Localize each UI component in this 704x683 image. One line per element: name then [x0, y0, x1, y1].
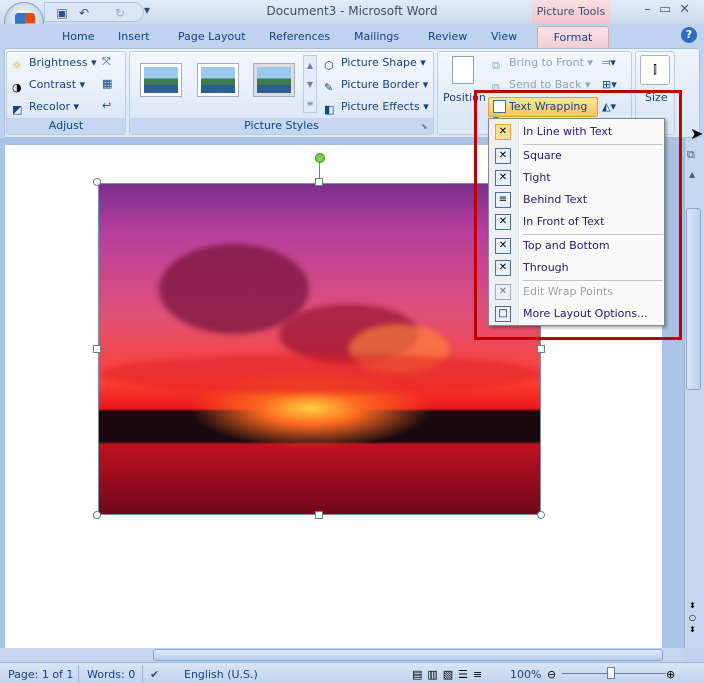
- size-icon: ⫿: [640, 55, 670, 85]
- compress-pictures-icon[interactable]: ⤧: [102, 55, 111, 69]
- picture-effects-label: Picture Effects: [341, 100, 420, 113]
- tab-insert[interactable]: Insert: [118, 30, 150, 43]
- customize-qat-icon[interactable]: ▾: [140, 4, 154, 17]
- bring-to-front-button[interactable]: ⧉ Bring to Front ▾: [492, 56, 593, 73]
- picture-effects-button[interactable]: ◧ Picture Effects ▾: [324, 100, 429, 117]
- tab-review[interactable]: Review: [428, 30, 467, 43]
- resize-handle[interactable]: [537, 345, 545, 353]
- change-picture-icon[interactable]: ▦: [102, 77, 112, 90]
- tab-home[interactable]: Home: [62, 30, 94, 43]
- scroll-up-icon[interactable]: ▲: [689, 170, 695, 179]
- zoom-in-icon[interactable]: ⊕: [666, 668, 675, 681]
- browse-object-icons[interactable]: ⬍ ○ ⬍: [689, 600, 696, 636]
- resize-handle[interactable]: [537, 511, 545, 519]
- bring-front-icon: ⧉: [492, 59, 500, 72]
- resize-handle[interactable]: [93, 511, 101, 519]
- shape-icon: ⬡: [324, 59, 334, 72]
- reset-picture-icon[interactable]: ↩: [102, 99, 111, 112]
- resize-handle[interactable]: [315, 178, 323, 186]
- zoom-slider-thumb[interactable]: [607, 667, 615, 679]
- recolor-button[interactable]: ◩ Recolor ▾: [12, 100, 79, 117]
- picture-border-label: Picture Border: [341, 78, 420, 91]
- contrast-label: Contrast: [29, 78, 77, 91]
- word-count[interactable]: Words: 0: [87, 668, 135, 681]
- undo-icon[interactable]: ↶: [77, 7, 91, 20]
- horizontal-scroll-thumb[interactable]: [153, 649, 663, 661]
- save-icon[interactable]: ▣: [55, 7, 69, 20]
- window-controls[interactable]: –▭✕: [644, 2, 698, 17]
- vertical-scroll-thumb[interactable]: [686, 208, 701, 390]
- resize-handle[interactable]: [315, 511, 323, 519]
- resize-handle[interactable]: [93, 178, 101, 186]
- tab-view[interactable]: View: [491, 30, 517, 43]
- rotation-handle[interactable]: [315, 153, 325, 163]
- recolor-label: Recolor: [29, 100, 71, 113]
- picture-style-3[interactable]: [253, 63, 295, 97]
- recolor-icon: ◩: [12, 103, 23, 116]
- adjust-group-label: Adjust: [7, 118, 125, 134]
- sun-icon: ☼: [12, 59, 22, 72]
- picture-tools-label: Picture Tools: [532, 0, 610, 24]
- effects-icon: ◧: [324, 103, 335, 116]
- tab-format[interactable]: Format: [537, 26, 609, 48]
- resize-handle[interactable]: [93, 345, 101, 353]
- page-count[interactable]: Page: 1 of 1: [8, 668, 73, 681]
- redo-icon[interactable]: ↻: [113, 7, 127, 20]
- proofing-icon[interactable]: ✔: [150, 668, 159, 681]
- contrast-button[interactable]: ◑ Contrast ▾: [12, 78, 85, 95]
- language[interactable]: English (U.S.): [184, 668, 258, 681]
- tab-references[interactable]: References: [269, 30, 330, 43]
- zoom-out-icon[interactable]: ⊖: [547, 668, 556, 681]
- status-bar: Page: 1 of 1 Words: 0 ✔ English (U.S.) ▤…: [0, 662, 704, 683]
- contrast-icon: ◑: [12, 81, 22, 94]
- position-icon: [452, 56, 474, 84]
- picture-border-button[interactable]: ✎ Picture Border ▾: [324, 78, 428, 95]
- picture-shape-label: Picture Shape: [341, 56, 417, 69]
- tab-mailings[interactable]: Mailings: [354, 30, 399, 43]
- picture-style-1[interactable]: [140, 63, 182, 97]
- help-icon[interactable]: ?: [681, 27, 697, 43]
- brightness-button[interactable]: ☼ Brightness ▾: [12, 56, 97, 73]
- picture-shape-button[interactable]: ⬡ Picture Shape ▾: [324, 56, 426, 73]
- mouse-cursor-icon: ➤: [690, 124, 704, 143]
- view-buttons[interactable]: ▤▥▧☰≡: [412, 668, 487, 681]
- pencil-icon: ✎: [324, 81, 334, 94]
- picture-style-2[interactable]: [197, 63, 239, 97]
- brightness-label: Brightness: [29, 56, 88, 69]
- align-icon[interactable]: ⫤▾: [602, 56, 616, 70]
- bring-to-front-label: Bring to Front: [509, 56, 584, 69]
- ruler-toggle-icon[interactable]: ⧉: [687, 148, 695, 162]
- picture-styles-group-label: Picture Styles: [130, 118, 433, 134]
- highlight-box: [474, 90, 682, 340]
- zoom-level[interactable]: 100%: [510, 668, 541, 681]
- quick-access-toolbar: ▣ ↶ ↻: [44, 2, 144, 22]
- dialog-launcher-icon[interactable]: ⬊: [421, 122, 428, 131]
- tab-page-layout[interactable]: Page Layout: [178, 30, 246, 43]
- styles-gallery-scroll[interactable]: ▲ ▼ ≡: [303, 55, 317, 113]
